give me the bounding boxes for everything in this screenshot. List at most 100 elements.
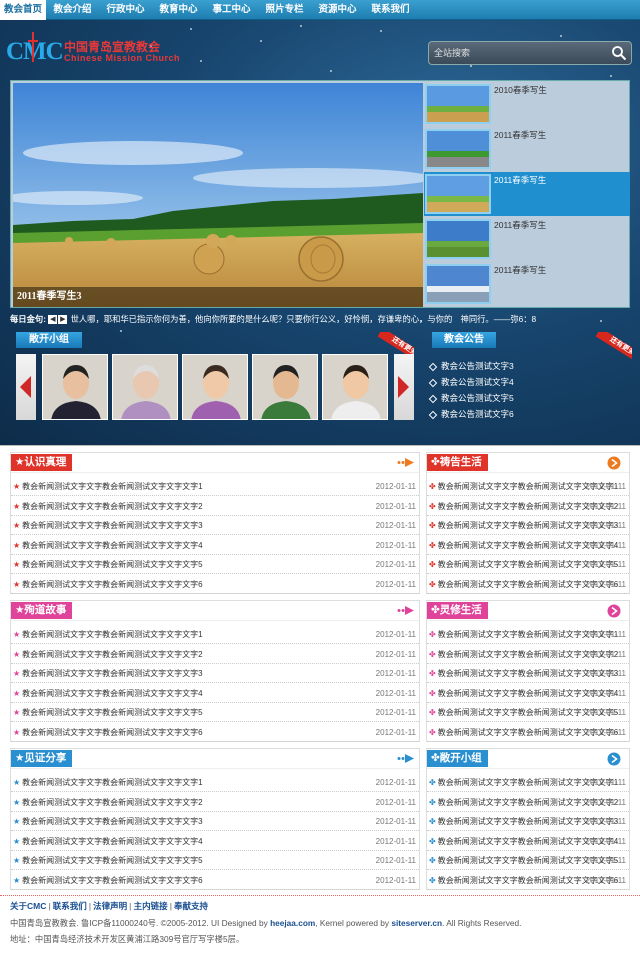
news-row[interactable]: ✤ 教会新闻测试文字文字教会新闻测试文字文字文字2 2012-01-11 [427,497,629,516]
news-title[interactable]: ★ 教会新闻测试文字文字教会新闻测试文字文字文字3 [13,664,203,683]
thumbnail-item[interactable]: 2011春季写生 [424,262,630,306]
news-row[interactable]: ✤ 教会新闻测试文字文字教会新闻测试文字文字文字3 2012-01-11 [427,516,629,535]
photos-prev-button[interactable] [16,354,36,420]
news-title[interactable]: ★ 教会新闻测试文字文字教会新闻测试文字文字文字2 [13,497,203,516]
group-member-photo[interactable] [322,354,388,420]
section-title[interactable]: ✤灵修生活 [427,602,488,619]
nav-item-5[interactable]: 事工中心 [205,0,258,20]
news-row[interactable]: ✤ 教会新闻测试文字文字教会新闻测试文字文字文字4 2012-01-11 [427,684,629,703]
news-row[interactable]: ★ 教会新闻测试文字文字教会新闻测试文字文字文字4 2012-01-11 [11,684,419,703]
news-title[interactable]: ★ 教会新闻测试文字文字教会新闻测试文字文字文字5 [13,555,203,574]
group-title[interactable]: 敞开小组 [16,332,82,348]
news-row[interactable]: ✤ 教会新闻测试文字文字教会新闻测试文字文字文字3 2012-01-11 [427,812,629,831]
prev-arrow-icon[interactable]: ◀ [48,315,58,325]
news-row[interactable]: ★ 教会新闻测试文字文字教会新闻测试文字文字文字3 2012-01-11 [11,812,419,831]
news-title[interactable]: ★ 教会新闻测试文字文字教会新闻测试文字文字文字6 [13,871,203,890]
news-row[interactable]: ✤ 教会新闻测试文字文字教会新闻测试文字文字文字5 2012-01-11 [427,555,629,574]
news-row[interactable]: ★ 教会新闻测试文字文字教会新闻测试文字文字文字4 2012-01-11 [11,536,419,555]
thumbnail-item[interactable]: 2011春季写生 [424,172,630,216]
news-row[interactable]: ✤ 教会新闻测试文字文字教会新闻测试文字文字文字6 2012-01-11 [427,723,629,742]
news-title[interactable]: ★ 教会新闻测试文字文字教会新闻测试文字文字文字3 [13,812,203,831]
nav-item-7[interactable]: 资源中心 [311,0,364,20]
news-row[interactable]: ★ 教会新闻测试文字文字教会新闻测试文字文字文字6 2012-01-11 [11,575,419,594]
nav-item-6[interactable]: 照片专栏 [258,0,311,20]
news-row[interactable]: ★ 教会新闻测试文字文字教会新闻测试文字文字文字1 2012-01-11 [11,477,419,496]
news-row[interactable]: ✤ 教会新闻测试文字文字教会新闻测试文字文字文字5 2012-01-11 [427,703,629,722]
news-row[interactable]: ★ 教会新闻测试文字文字教会新闻测试文字文字文字5 2012-01-11 [11,555,419,574]
thumbnail-item[interactable]: 2010春季写生 [424,82,630,126]
search-input[interactable] [431,44,609,62]
news-title[interactable]: ★ 教会新闻测试文字文字教会新闻测试文字文字文字5 [13,703,203,722]
news-row[interactable]: ✤ 教会新闻测试文字文字教会新闻测试文字文字文字6 2012-01-11 [427,575,629,594]
footer-link[interactable]: 主内链接 [134,901,168,911]
news-title[interactable]: ★ 教会新闻测试文字文字教会新闻测试文字文字文字6 [13,575,203,594]
news-title[interactable]: ★ 教会新闻测试文字文字教会新闻测试文字文字文字5 [13,851,203,870]
nav-item-1[interactable]: 教会首页 [0,0,46,20]
section-title[interactable]: ★认识真理 [11,454,73,471]
news-row[interactable]: ★ 教会新闻测试文字文字教会新闻测试文字文字文字4 2012-01-11 [11,832,419,851]
news-row[interactable]: ✤ 教会新闻测试文字文字教会新闻测试文字文字文字1 2012-01-11 [427,625,629,644]
nav-item-3[interactable]: 行政中心 [99,0,152,20]
news-title[interactable]: ★ 教会新闻测试文字文字教会新闻测试文字文字文字4 [13,832,203,851]
news-title[interactable]: ★ 教会新闻测试文字文字教会新闻测试文字文字文字4 [13,536,203,555]
news-title[interactable]: ★ 教会新闻测试文字文字教会新闻测试文字文字文字2 [13,645,203,664]
site-logo[interactable]: CMC 中国青岛宣教教会 Chinese Mission Church [6,32,186,68]
news-row[interactable]: ✤ 教会新闻测试文字文字教会新闻测试文字文字文字2 2012-01-11 [427,793,629,812]
next-arrow-icon[interactable]: ▶ [58,315,68,325]
more-circle-icon[interactable] [607,456,625,470]
kernel-link[interactable]: siteserver.cn [391,918,442,928]
more-arrow-icon[interactable] [397,604,415,617]
news-title[interactable]: ★ 教会新闻测试文字文字教会新闻测试文字文字文字6 [13,723,203,742]
news-title[interactable]: ★ 教会新闻测试文字文字教会新闻测试文字文字文字3 [13,516,203,535]
news-row[interactable]: ★ 教会新闻测试文字文字教会新闻测试文字文字文字5 2012-01-11 [11,703,419,722]
section-title[interactable]: ★见证分享 [11,750,73,767]
group-member-photo[interactable] [42,354,108,420]
footer-link[interactable]: 联系我们 [53,901,87,911]
section-title[interactable]: ✤祷告生活 [427,454,488,471]
main-photo[interactable]: 2011春季写生3 [13,83,423,307]
nav-item-2[interactable]: 教会介绍 [46,0,99,20]
thumbnail-item[interactable]: 2011春季写生 [424,217,630,261]
designer-link[interactable]: heejaa.com [270,918,315,928]
news-title[interactable]: ★ 教会新闻测试文字文字教会新闻测试文字文字文字2 [13,793,203,812]
news-row[interactable]: ★ 教会新闻测试文字文字教会新闻测试文字文字文字5 2012-01-11 [11,851,419,870]
thumbnail-item[interactable]: 2011春季写生 [424,127,630,171]
footer-link[interactable]: 法律声明 [93,901,127,911]
news-row[interactable]: ★ 教会新闻测试文字文字教会新闻测试文字文字文字3 2012-01-11 [11,664,419,683]
news-row[interactable]: ✤ 教会新闻测试文字文字教会新闻测试文字文字文字6 2012-01-11 [427,871,629,890]
news-row[interactable]: ✤ 教会新闻测试文字文字教会新闻测试文字文字文字3 2012-01-11 [427,664,629,683]
more-arrow-icon[interactable] [397,752,415,765]
news-row[interactable]: ★ 教会新闻测试文字文字教会新闻测试文字文字文字2 2012-01-11 [11,793,419,812]
nav-item-4[interactable]: 教育中心 [152,0,205,20]
news-row[interactable]: ✤ 教会新闻测试文字文字教会新闻测试文字文字文字5 2012-01-11 [427,851,629,870]
news-title[interactable]: ★ 教会新闻测试文字文字教会新闻测试文字文字文字1 [13,773,203,792]
news-row[interactable]: ✤ 教会新闻测试文字文字教会新闻测试文字文字文字2 2012-01-11 [427,645,629,664]
news-title[interactable]: ★ 教会新闻测试文字文字教会新闻测试文字文字文字1 [13,477,203,496]
notice-item[interactable]: 教会公告测试文字6 [430,408,514,420]
photos-next-button[interactable] [394,354,414,420]
news-row[interactable]: ★ 教会新闻测试文字文字教会新闻测试文字文字文字6 2012-01-11 [11,871,419,890]
news-row[interactable]: ✤ 教会新闻测试文字文字教会新闻测试文字文字文字4 2012-01-11 [427,832,629,851]
notice-item[interactable]: 教会公告测试文字3 [430,360,514,372]
notice-title[interactable]: 教会公告 [432,332,496,348]
more-arrow-icon[interactable] [397,456,415,469]
notice-item[interactable]: 教会公告测试文字4 [430,376,514,388]
footer-link[interactable]: 关于CMC [10,901,46,911]
group-member-photo[interactable] [112,354,178,420]
news-title[interactable]: ★ 教会新闻测试文字文字教会新闻测试文字文字文字4 [13,684,203,703]
more-circle-icon[interactable] [607,752,625,766]
news-row[interactable]: ★ 教会新闻测试文字文字教会新闻测试文字文字文字1 2012-01-11 [11,625,419,644]
group-member-photo[interactable] [182,354,248,420]
news-row[interactable]: ★ 教会新闻测试文字文字教会新闻测试文字文字文字2 2012-01-11 [11,645,419,664]
news-row[interactable]: ✤ 教会新闻测试文字文字教会新闻测试文字文字文字1 2012-01-11 [427,477,629,496]
group-member-photo[interactable] [252,354,318,420]
news-row[interactable]: ★ 教会新闻测试文字文字教会新闻测试文字文字文字1 2012-01-11 [11,773,419,792]
section-title[interactable]: ✤敞开小组 [427,750,488,767]
section-title[interactable]: ★殉道故事 [11,602,73,619]
news-row[interactable]: ★ 教会新闻测试文字文字教会新闻测试文字文字文字3 2012-01-11 [11,516,419,535]
news-row[interactable]: ★ 教会新闻测试文字文字教会新闻测试文字文字文字6 2012-01-11 [11,723,419,742]
news-row[interactable]: ✤ 教会新闻测试文字文字教会新闻测试文字文字文字1 2012-01-11 [427,773,629,792]
news-row[interactable]: ✤ 教会新闻测试文字文字教会新闻测试文字文字文字4 2012-01-11 [427,536,629,555]
news-title[interactable]: ★ 教会新闻测试文字文字教会新闻测试文字文字文字1 [13,625,203,644]
news-row[interactable]: ★ 教会新闻测试文字文字教会新闻测试文字文字文字2 2012-01-11 [11,497,419,516]
